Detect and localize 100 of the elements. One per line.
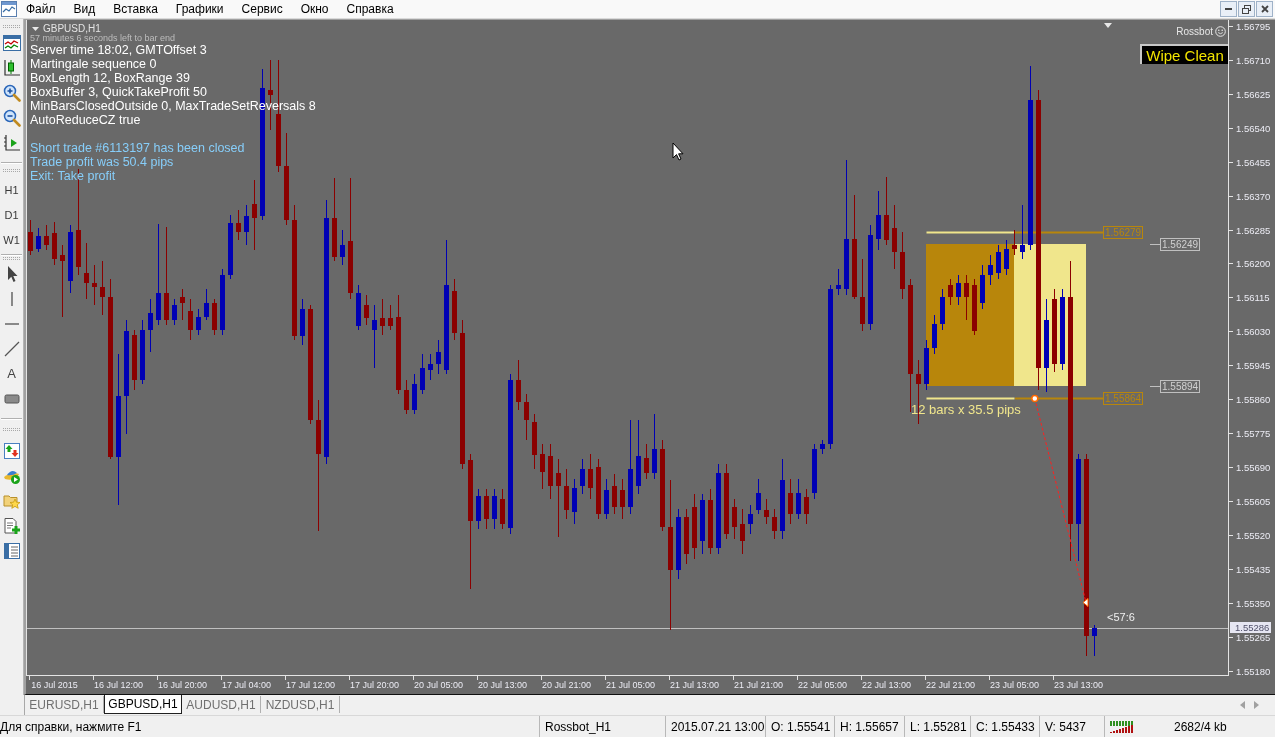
price-axis-label: 1.56710 xyxy=(1236,55,1271,66)
menu-item[interactable]: Справка xyxy=(337,0,403,18)
time-axis-label: 17 Jul 04:00 xyxy=(222,680,271,691)
status-traffic: 2682/4 kb xyxy=(1174,719,1227,734)
price-axis-label: 1.56625 xyxy=(1236,89,1271,100)
time-axis-label: 22 Jul 21:00 xyxy=(926,680,975,691)
zoom-out-icon[interactable] xyxy=(2,108,21,127)
restore-icon xyxy=(1242,4,1251,14)
document-plus-icon[interactable] xyxy=(2,516,21,535)
price-axis-label: 1.56200 xyxy=(1236,258,1271,269)
time-axis-label: 21 Jul 05:00 xyxy=(606,680,655,691)
price-axis-label: 1.56115 xyxy=(1236,292,1270,303)
time-axis-label: 17 Jul 20:00 xyxy=(350,680,399,691)
price-axis-label: 1.55605 xyxy=(1236,496,1271,507)
smiley-icon xyxy=(1215,26,1226,37)
candlestick xyxy=(1092,625,1097,656)
price-axis-label: 1.55435 xyxy=(1236,564,1271,575)
restore-button[interactable] xyxy=(1238,1,1255,17)
caret-down-icon[interactable] xyxy=(32,27,39,31)
status-open-price: O: 1.55541 xyxy=(771,719,831,734)
chart-axes-play-icon[interactable] xyxy=(2,133,21,152)
price-axis-label: 1.56795 xyxy=(1236,21,1271,32)
candlestick xyxy=(996,245,1001,279)
price-level-label: 1.55894 xyxy=(1160,380,1201,393)
candlestick-icon[interactable] xyxy=(2,58,21,77)
time-axis-label: 17 Jul 12:00 xyxy=(286,680,335,691)
up-down-arrows-icon[interactable] xyxy=(2,441,21,460)
chart-comment-line: BoxLength 12, BoxRange 39 xyxy=(30,71,191,85)
time-axis-label: 20 Jul 05:00 xyxy=(414,680,463,691)
status-bar-time: 2015.07.21 13:00 xyxy=(671,719,765,734)
price-axis-label: 1.56540 xyxy=(1236,123,1271,134)
minimize-button[interactable] xyxy=(1220,1,1237,17)
close-button[interactable] xyxy=(1256,1,1273,17)
wipe-clean-button[interactable]: Wipe Clean xyxy=(1140,44,1228,64)
chart-window-icon[interactable] xyxy=(2,33,21,52)
time-axis-label: 22 Jul 13:00 xyxy=(862,680,911,691)
price-axis-label: 1.56030 xyxy=(1236,326,1271,337)
timeframe-button[interactable]: W1 xyxy=(2,234,21,247)
status-help-text: Для справки, нажмите F1 xyxy=(0,719,142,734)
price-axis-label: 1.55180 xyxy=(1236,666,1271,677)
time-axis-label: 16 Jul 20:00 xyxy=(158,680,207,691)
status-profile: Rossbot_H1 xyxy=(545,719,612,734)
menu-item[interactable]: Сервис xyxy=(232,0,292,18)
chart-comment-line: Martingale sequence 0 xyxy=(30,57,158,71)
price-axis-label: 1.56455 xyxy=(1236,157,1271,168)
price-axis-label: 1.56370 xyxy=(1236,191,1271,202)
zoom-in-icon[interactable] xyxy=(2,83,21,102)
timeframe-button[interactable]: H1 xyxy=(3,184,20,197)
status-high-price: H: 1.55657 xyxy=(840,719,899,734)
time-axis-label: 20 Jul 21:00 xyxy=(542,680,591,691)
signal-bars-icon xyxy=(1110,720,1134,733)
indicator-name-label: Rossbot xyxy=(1176,26,1213,37)
time-axis-label: 23 Jul 13:00 xyxy=(1054,680,1103,691)
time-axis-label: 21 Jul 21:00 xyxy=(734,680,783,691)
time-axis-label: 16 Jul 12:00 xyxy=(94,680,143,691)
price-axis-label: 1.55350 xyxy=(1236,598,1271,609)
chart-comment-line: Server time 18:02, GMTOffset 3 xyxy=(30,43,208,57)
price-axis-label: 1.56285 xyxy=(1236,225,1271,236)
price-level-label: 1.56249 xyxy=(1160,238,1201,251)
candlestick xyxy=(36,228,41,252)
chart-comment-line: AutoReduceCZ true xyxy=(30,113,142,127)
price-axis-label: 1.55520 xyxy=(1236,530,1271,541)
candlestick xyxy=(1012,230,1017,255)
status-volume: V: 5437 xyxy=(1045,719,1086,734)
price-axis-label: 1.55690 xyxy=(1236,462,1271,473)
timeframe-button[interactable]: D1 xyxy=(3,209,20,222)
time-axis-label: 23 Jul 05:00 xyxy=(990,680,1039,691)
menu-item[interactable]: Графики xyxy=(166,0,233,18)
diagonal-line-icon[interactable] xyxy=(2,339,21,358)
menu-item[interactable]: Окно xyxy=(291,0,338,18)
price-axis-label: 1.55265 xyxy=(1236,632,1271,643)
price-level-label: 1.56279 xyxy=(1103,226,1144,239)
list-window-icon[interactable] xyxy=(2,541,21,560)
status-low-price: L: 1.55281 xyxy=(910,719,967,734)
chart-tab[interactable]: AUDUSD,H1 xyxy=(182,696,261,713)
mouse-pointer-icon xyxy=(672,142,684,161)
bar-countdown-label: <57:6 xyxy=(1107,611,1135,623)
minimize-icon xyxy=(1225,8,1232,10)
status-close-price: C: 1.55433 xyxy=(976,719,1035,734)
time-axis-label: 20 Jul 13:00 xyxy=(478,680,527,691)
text-tool-button[interactable]: A xyxy=(6,366,17,381)
menu-item[interactable]: Файл xyxy=(17,0,65,18)
price-axis-label: 1.55775 xyxy=(1236,428,1271,439)
close-icon xyxy=(1260,5,1269,13)
time-axis-label: 21 Jul 13:00 xyxy=(670,680,719,691)
trade-message-line: Short trade #6113197 has been closed xyxy=(30,141,246,155)
menu-item[interactable]: Вид xyxy=(64,0,105,18)
chart-tab[interactable]: NZDUSD,H1 xyxy=(261,696,340,713)
price-axis-label: 1.55945 xyxy=(1236,360,1271,371)
time-axis-label: 22 Jul 05:00 xyxy=(798,680,847,691)
menu-item[interactable]: Вставка xyxy=(104,0,167,18)
chart-comment-line: BoxBuffer 3, QuickTakeProfit 50 xyxy=(30,85,208,99)
chart-tab[interactable]: GBPUSD,H1 xyxy=(104,695,182,714)
triangle-marker-icon xyxy=(1104,23,1112,28)
time-axis-label: 16 Jul 2015 xyxy=(31,680,78,691)
current-price-label: 1.55286 xyxy=(1230,622,1272,633)
price-axis-label: 1.55860 xyxy=(1236,394,1271,405)
chart-symbol-label: GBPUSD,H1 xyxy=(43,23,101,34)
bar-timer-text: 57 minutes 6 seconds left to bar end xyxy=(30,34,176,43)
trade-message-line: Trade profit was 50.4 pips xyxy=(30,155,175,169)
